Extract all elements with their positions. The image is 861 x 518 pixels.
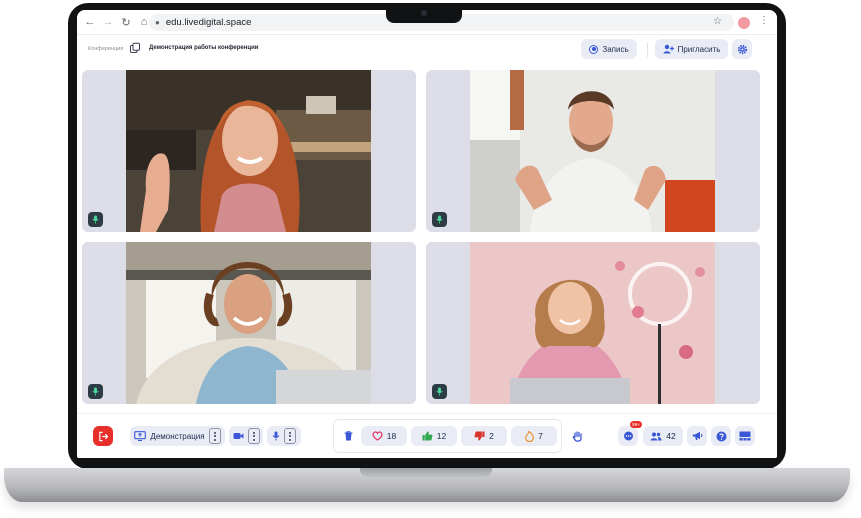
participant-video xyxy=(470,70,715,232)
chat-button[interactable] xyxy=(618,426,638,446)
camera-icon xyxy=(421,10,427,16)
participant-image xyxy=(126,242,371,404)
clear-reactions-button[interactable] xyxy=(338,426,358,446)
record-label: Запись xyxy=(602,44,629,54)
bottom-toolbar: Демонстрация 18 12 2 7 99+ 42 xyxy=(77,413,777,458)
heart-icon xyxy=(372,431,383,441)
screen-share-label: Демонстрация xyxy=(150,431,205,441)
breadcrumb-root[interactable]: Конференция xyxy=(88,46,123,52)
participant-image xyxy=(470,242,715,404)
participants-count: 42 xyxy=(666,431,676,441)
help-icon xyxy=(716,431,726,441)
exit-icon xyxy=(98,431,108,441)
announcement-button[interactable] xyxy=(687,426,707,446)
chat-unread-badge: 99+ xyxy=(630,421,642,428)
video-tile[interactable] xyxy=(426,70,760,232)
megaphone-icon xyxy=(692,431,702,440)
screen-share-icon xyxy=(134,431,147,441)
fire-reaction-button[interactable]: 7 xyxy=(511,426,557,446)
app-header: Конференция Демонстрация работы конферен… xyxy=(77,35,777,67)
microphone-icon xyxy=(272,431,280,441)
screen-share-button[interactable]: Демонстрация xyxy=(130,426,225,446)
copy-link-icon[interactable] xyxy=(129,42,141,54)
video-tile[interactable] xyxy=(426,242,760,404)
forward-arrow-icon[interactable]: → xyxy=(101,15,115,29)
gear-icon xyxy=(737,44,747,54)
layout-button[interactable] xyxy=(735,426,755,446)
participant-video xyxy=(126,70,371,232)
dislike-reaction-button[interactable]: 2 xyxy=(461,426,507,446)
fire-icon xyxy=(525,430,534,442)
participant-video xyxy=(126,242,371,404)
thumbs-down-icon xyxy=(474,431,485,441)
video-tile[interactable] xyxy=(82,242,416,404)
screen-share-options-icon[interactable] xyxy=(208,428,221,444)
heart-count: 18 xyxy=(386,431,397,441)
reload-icon[interactable]: ↻ xyxy=(119,15,133,29)
like-reaction-button[interactable]: 12 xyxy=(411,426,457,446)
mic-on-icon[interactable] xyxy=(432,384,447,399)
microphone-options-icon[interactable] xyxy=(284,428,296,444)
camera-options-icon[interactable] xyxy=(247,428,260,444)
thumbs-up-icon xyxy=(422,431,433,441)
bookmark-star-icon[interactable]: ☆ xyxy=(713,16,722,27)
video-tile[interactable] xyxy=(82,70,416,232)
trash-icon xyxy=(344,431,352,441)
invite-button[interactable]: Пригласить xyxy=(655,39,728,59)
profile-avatar[interactable] xyxy=(738,17,750,29)
conference-title: Демонстрация работы конференции xyxy=(149,45,259,51)
layout-grid-icon xyxy=(739,431,751,441)
like-count: 12 xyxy=(436,431,447,441)
fire-count: 7 xyxy=(538,431,543,441)
heart-reaction-button[interactable]: 18 xyxy=(361,426,407,446)
camera-icon xyxy=(233,433,243,439)
mic-on-icon[interactable] xyxy=(88,212,103,227)
add-user-icon xyxy=(663,44,674,54)
mic-on-icon[interactable] xyxy=(88,384,103,399)
invite-label: Пригласить xyxy=(677,44,721,54)
browser-menu-icon[interactable]: ⋮ xyxy=(759,15,769,26)
record-icon xyxy=(589,44,599,54)
microphone-button[interactable] xyxy=(267,426,301,446)
mic-on-icon[interactable] xyxy=(432,212,447,227)
header-divider xyxy=(647,43,648,57)
settings-button[interactable] xyxy=(732,39,752,59)
chat-icon xyxy=(623,431,633,441)
video-grid xyxy=(77,67,777,413)
raise-hand-icon xyxy=(572,430,582,442)
dislike-count: 2 xyxy=(489,431,494,441)
record-button[interactable]: Запись xyxy=(581,39,637,59)
participant-video xyxy=(470,242,715,404)
back-arrow-icon[interactable]: ← xyxy=(83,15,97,29)
participant-image xyxy=(470,70,715,232)
participant-image xyxy=(126,70,371,232)
camera-button[interactable] xyxy=(229,426,263,446)
url-text: edu.livedigital.space xyxy=(165,17,252,28)
raise-hand-button[interactable] xyxy=(567,426,587,446)
laptop-base-notch xyxy=(360,468,492,477)
screen: ← → ↻ ⌂ ● edu.livedigital.space ☆ ⋮ Конф… xyxy=(77,10,777,458)
site-info-icon[interactable]: ● xyxy=(155,18,160,27)
help-button[interactable] xyxy=(711,426,731,446)
users-icon xyxy=(650,432,662,440)
participants-button[interactable]: 42 xyxy=(643,426,683,446)
leave-conference-button[interactable] xyxy=(93,426,113,446)
